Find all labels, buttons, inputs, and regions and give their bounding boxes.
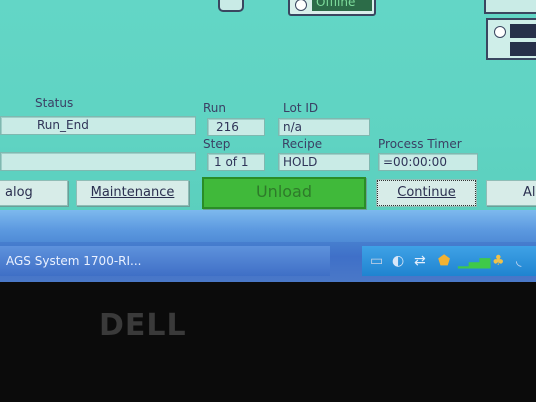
offline-indicator: Offline xyxy=(288,0,376,16)
system-tray: ▭ ◐ ⇄ ⬟ ▁▃▅ ♣ ◟ xyxy=(362,246,536,276)
right-radio-icon[interactable] xyxy=(494,26,506,38)
top-right-panel xyxy=(484,0,536,14)
continue-button[interactable]: Continue xyxy=(376,179,477,207)
continue-label: Continue xyxy=(397,185,456,200)
recipe-label: Recipe xyxy=(282,137,323,151)
recipe-field: HOLD xyxy=(278,153,370,171)
process-timer-label: Process Timer xyxy=(378,137,462,151)
right-control-panel xyxy=(486,18,536,60)
users-icon[interactable]: ♣ xyxy=(492,252,505,270)
process-timer-field: =00:00:00 xyxy=(378,153,478,171)
monitor-bezel xyxy=(0,282,536,402)
signal-icon[interactable]: ▁▃▅ xyxy=(458,252,490,270)
app-window: Offline Status Run_End Run 216 Lot ID n/… xyxy=(0,0,536,282)
dialog-button[interactable]: alog xyxy=(0,180,68,206)
message-field xyxy=(0,152,196,171)
maintenance-label: Maintenance xyxy=(90,185,175,200)
tray-extra-icon[interactable]: ◟ xyxy=(516,252,521,270)
right-partial-button[interactable]: Al xyxy=(486,180,536,206)
taskbar-app-button[interactable]: AGS System 1700-RI... xyxy=(0,246,330,276)
status-label: Status xyxy=(35,96,74,110)
dell-logo: DELL xyxy=(99,308,187,343)
right-indicator-2 xyxy=(510,42,536,56)
status-field: Run_End xyxy=(0,116,196,135)
network-icon[interactable]: ▭ xyxy=(370,252,383,270)
offline-radio-icon xyxy=(295,0,307,11)
lot-id-field: n/a xyxy=(278,118,370,136)
speaker-icon[interactable]: ◐ xyxy=(392,252,404,270)
right-indicator-1 xyxy=(510,24,536,38)
run-label: Run xyxy=(203,101,227,115)
shield-icon[interactable]: ⬟ xyxy=(438,252,450,270)
connection-icon[interactable]: ⇄ xyxy=(414,252,426,270)
step-field: 1 of 1 xyxy=(207,153,265,171)
maintenance-button[interactable]: Maintenance xyxy=(76,180,189,206)
taskbar-strip xyxy=(0,210,536,242)
taskbar: AGS System 1700-RI... ▭ ◐ ⇄ ⬟ ▁▃▅ ♣ ◟ xyxy=(0,210,536,282)
top-left-control[interactable] xyxy=(218,0,244,12)
lot-id-label: Lot ID xyxy=(283,101,319,115)
unload-button[interactable]: Unload xyxy=(202,177,366,209)
run-field: 216 xyxy=(207,118,265,136)
step-label: Step xyxy=(203,137,231,151)
offline-label: Offline xyxy=(312,0,372,11)
